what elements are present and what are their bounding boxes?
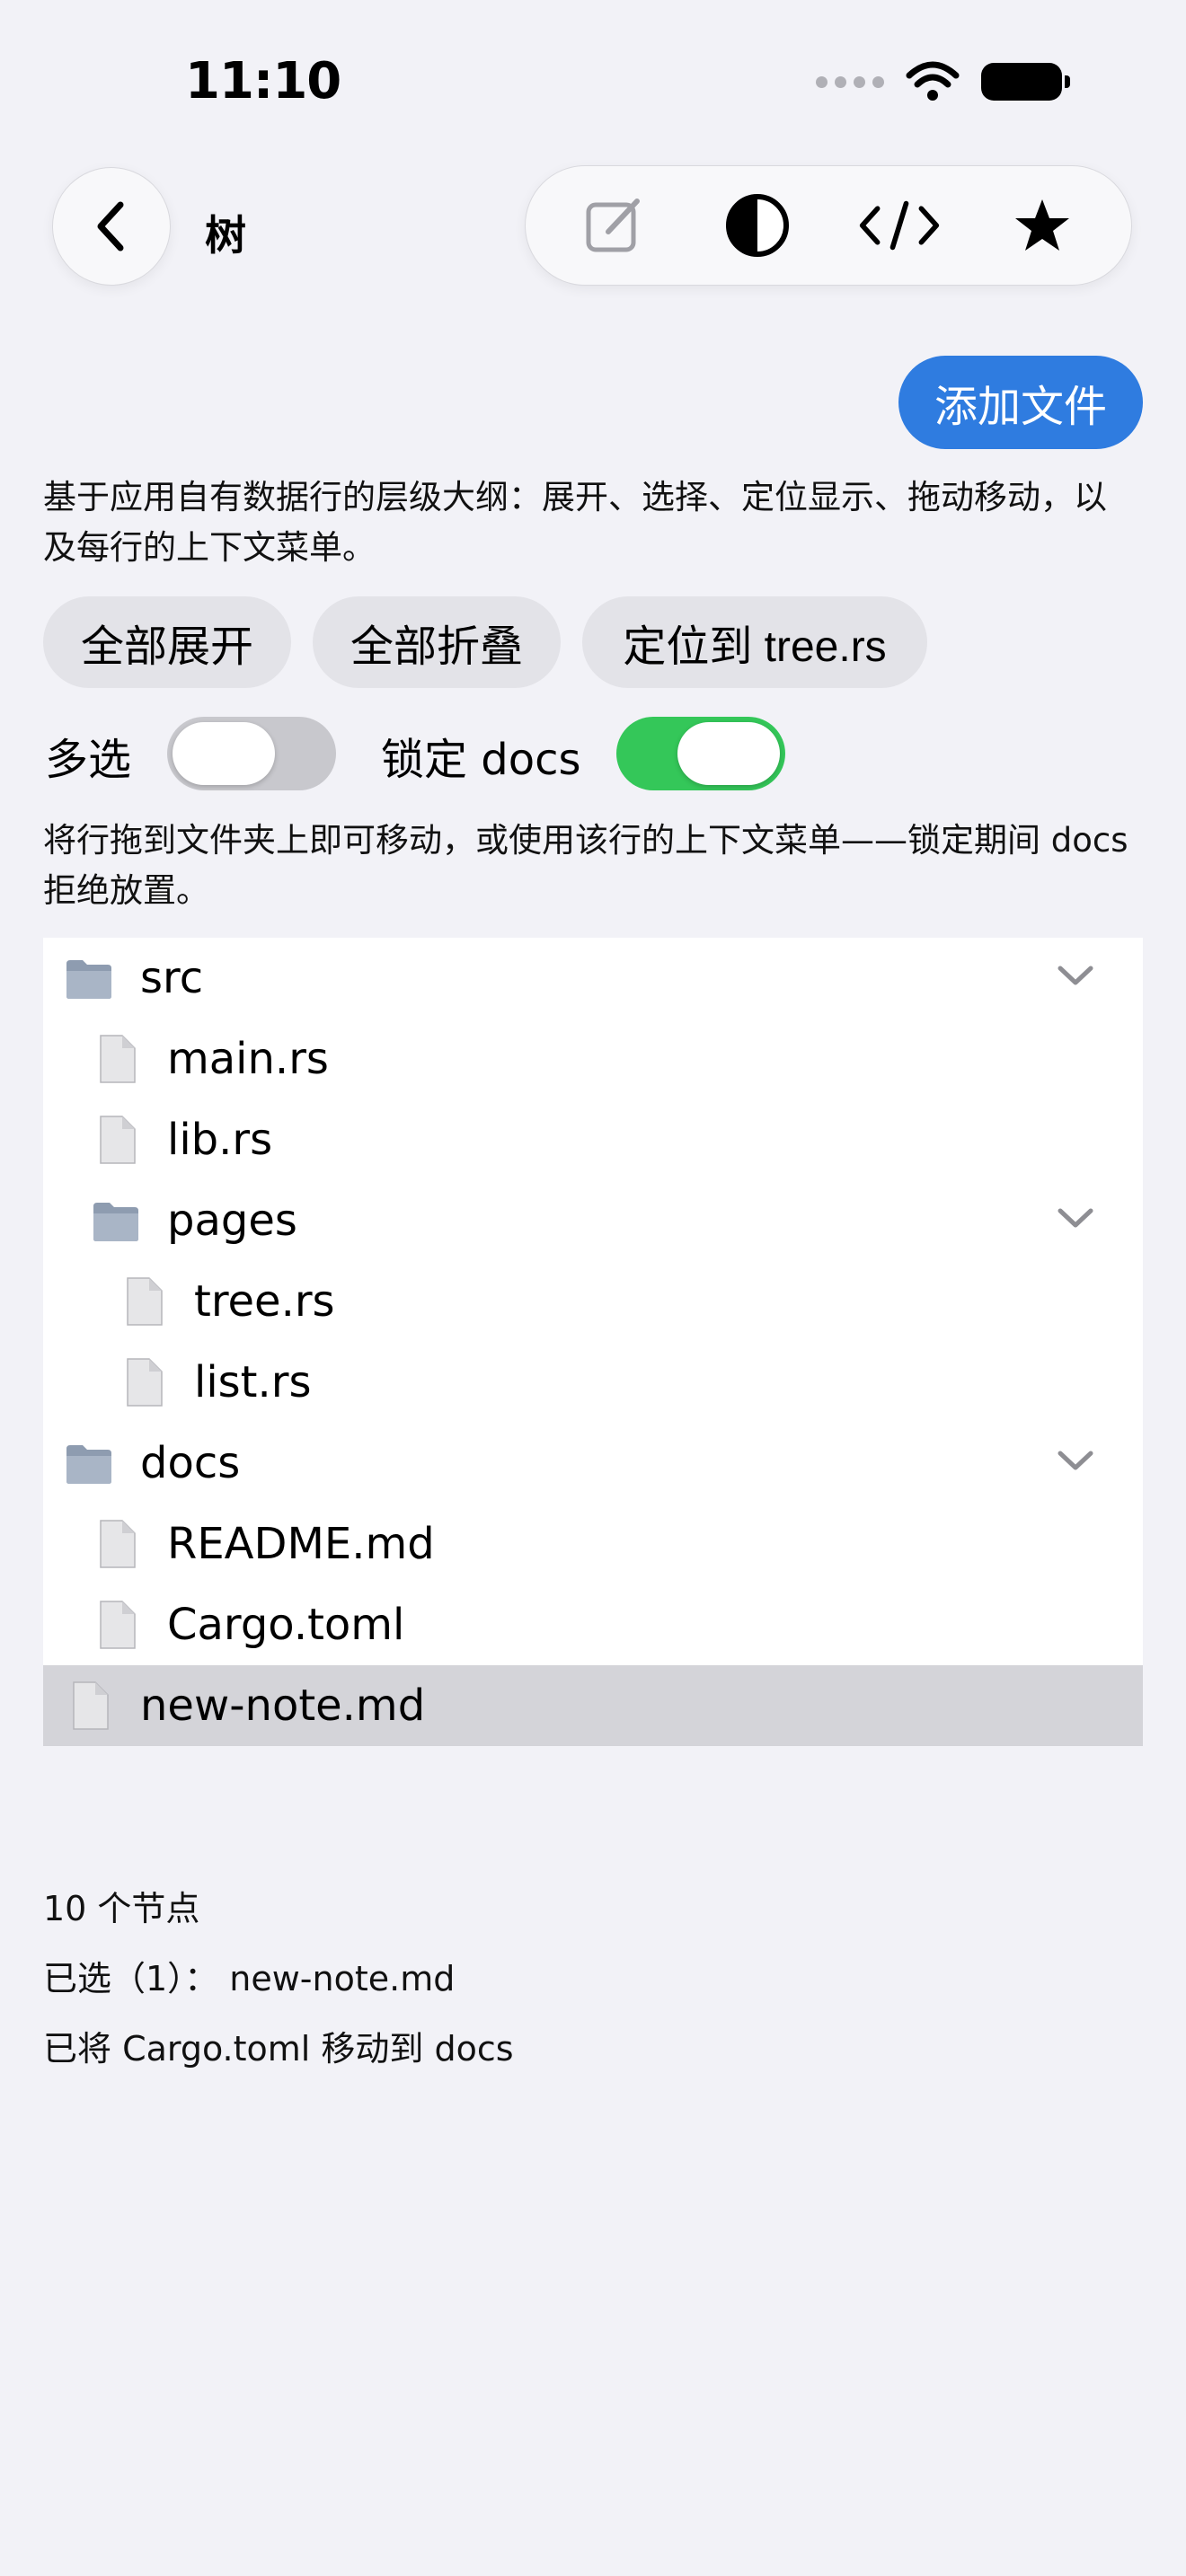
wifi-icon	[906, 61, 960, 101]
tree-row-docs[interactable]: docs	[43, 1423, 1143, 1504]
tree-row-label: tree.rs	[194, 1276, 335, 1327]
tree-row-label: list.rs	[194, 1357, 312, 1407]
tree-row-label: pages	[167, 1195, 297, 1246]
multiselect-label: 多选	[45, 735, 132, 785]
hint-text: 将行拖到文件夹上即可移动，或使用该行的上下文菜单——锁定期间 docs 拒绝放置…	[43, 821, 1128, 910]
tree-row-main-rs[interactable]: main.rs	[43, 1019, 1143, 1099]
description-text: 基于应用自有数据行的层级大纲：展开、选择、定位显示、拖动移动，以及每行的上下文菜…	[43, 478, 1107, 567]
tree-row-readme-md[interactable]: README.md	[43, 1504, 1143, 1584]
add-file-button[interactable]: 添加文件	[898, 356, 1143, 449]
expand-all-button[interactable]: 全部展开	[43, 596, 291, 688]
file-icon	[100, 1520, 136, 1568]
tree-row-label: new-note.md	[140, 1681, 426, 1731]
tree-row-label: README.md	[167, 1519, 435, 1569]
lock-docs-switch[interactable]	[616, 717, 785, 790]
back-button[interactable]	[52, 167, 171, 286]
toolbar	[525, 165, 1132, 286]
node-count-text: 10 个节点	[43, 1889, 200, 1928]
battery-icon	[981, 63, 1070, 101]
tree-row-label: Cargo.toml	[167, 1600, 405, 1650]
file-icon	[127, 1277, 163, 1326]
compose-icon[interactable]	[574, 185, 655, 266]
chevron-down-icon[interactable]	[1057, 1448, 1094, 1473]
file-tree: src main.rs lib.rs pages tree.rs list.rs…	[43, 938, 1143, 1746]
tree-row-lib-rs[interactable]: lib.rs	[43, 1099, 1143, 1180]
chevron-left-icon	[97, 201, 124, 251]
folder-icon	[66, 960, 111, 999]
reveal-tree-rs-button[interactable]: 定位到 tree.rs	[582, 596, 927, 688]
chevron-down-icon[interactable]	[1057, 963, 1094, 988]
file-icon	[100, 1035, 136, 1083]
tree-row-tree-rs[interactable]: tree.rs	[43, 1261, 1143, 1342]
lock-docs-label: 锁定 docs	[381, 735, 581, 785]
folder-icon	[93, 1203, 138, 1241]
collapse-all-button[interactable]: 全部折叠	[313, 596, 561, 688]
signal-dots-icon	[816, 75, 884, 88]
tree-row-list-rs[interactable]: list.rs	[43, 1342, 1143, 1423]
code-icon[interactable]	[859, 185, 940, 266]
file-icon	[100, 1116, 136, 1164]
status-time: 11:10	[185, 52, 341, 110]
tree-row-label: docs	[140, 1438, 241, 1488]
folder-icon	[66, 1445, 111, 1484]
tree-row-label: lib.rs	[167, 1115, 273, 1165]
tree-row-label: main.rs	[167, 1034, 329, 1084]
contrast-icon[interactable]	[717, 185, 798, 266]
tree-row-src[interactable]: src	[43, 938, 1143, 1019]
file-icon	[100, 1601, 136, 1649]
tree-row-cargo-toml[interactable]: Cargo.toml	[43, 1584, 1143, 1665]
tree-row-new-note-md[interactable]: new-note.md	[43, 1665, 1143, 1746]
tree-row-pages[interactable]: pages	[43, 1180, 1143, 1261]
status-indicators	[816, 61, 1070, 102]
page-title: 树	[205, 211, 246, 260]
file-icon	[73, 1681, 109, 1730]
multiselect-switch[interactable]	[167, 717, 336, 790]
file-icon	[127, 1358, 163, 1407]
chevron-down-icon[interactable]	[1057, 1205, 1094, 1231]
tree-row-label: src	[140, 953, 204, 1003]
last-move-text: 已将 Cargo.toml 移动到 docs	[43, 2029, 514, 2069]
selection-text: 已选（1）： new-note.md	[43, 1959, 456, 1998]
star-icon[interactable]	[1002, 185, 1083, 266]
